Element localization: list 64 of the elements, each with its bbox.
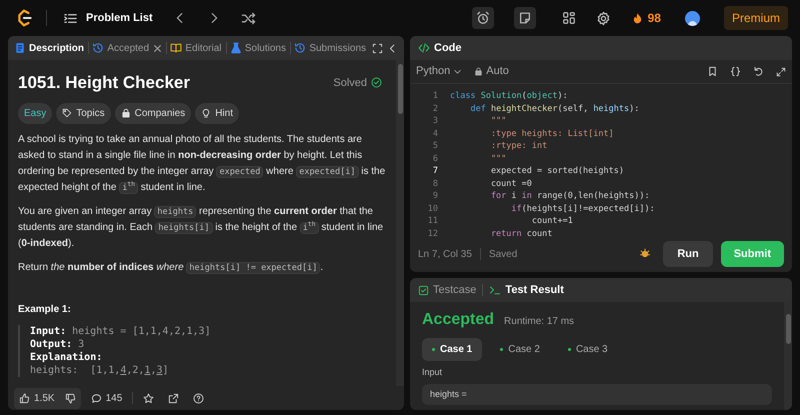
problem-title: 1051. Height Checker bbox=[18, 72, 190, 94]
code-line: count+=1 bbox=[530, 215, 573, 228]
tag-button[interactable]: Topics bbox=[56, 102, 111, 124]
line-number: 5 bbox=[432, 140, 439, 152]
difficulty-badge: Easy bbox=[18, 102, 52, 124]
tag-button[interactable]: Hint bbox=[195, 102, 239, 124]
description-paragraph: Return the number of indices where heights[i] != expected[i] . bbox=[18, 260, 324, 276]
solved-status: Solved bbox=[333, 76, 367, 90]
line-number: 12 bbox=[426, 228, 439, 236]
panel-tab[interactable]: Description bbox=[14, 40, 84, 56]
code-line: :type heights: List[int] bbox=[490, 128, 614, 140]
save-status: Saved bbox=[488, 248, 518, 262]
example-label: Explanation: bbox=[30, 350, 102, 364]
problem-list-button[interactable]: Problem List bbox=[59, 10, 157, 26]
case-tab[interactable]: Case 3 bbox=[558, 338, 618, 361]
case-tab[interactable]: Case 2 bbox=[490, 338, 550, 361]
example-value: heights: [1,1,4,2,1,3] bbox=[30, 364, 169, 376]
runtime-text: Runtime: 17 ms bbox=[504, 315, 574, 329]
line-number: 8 bbox=[432, 178, 439, 190]
code-line: count =0 bbox=[490, 178, 532, 190]
comments-button[interactable]: 145 bbox=[90, 390, 122, 406]
code-line: :rtype: int bbox=[490, 140, 548, 152]
code-line: def heightChecker(self, heights): bbox=[469, 102, 640, 115]
example-value: 3 bbox=[78, 338, 84, 350]
panel-tab[interactable]: Accepted bbox=[92, 40, 150, 56]
code-line: """ bbox=[490, 152, 506, 165]
premium-button[interactable]: Premium bbox=[724, 6, 788, 30]
code-line: for i in range(0,len(heights)): bbox=[490, 190, 650, 202]
example-title: Example 1: bbox=[18, 302, 72, 316]
example-label: Input: bbox=[30, 324, 66, 338]
example-label: Output: bbox=[30, 338, 72, 350]
description-paragraph: A school is trying to take an annual photo of all the students. The students are asked to stand in a single file line in non-decreasing order by height. Let this ordering be represented by the integer array expected where expected[i] is the expected height of the i$^{th}$ student in line. bbox=[18, 132, 386, 196]
panel-tab[interactable]: Testcase bbox=[418, 282, 476, 298]
code-line: if(heights[i]!=expected[i]): bbox=[510, 202, 655, 215]
run-button[interactable]: Run bbox=[663, 240, 713, 268]
description-paragraph: You are given an integer array heights representing the current order that the students are standing in. Each heights[i] is the height of the i$^{th}$ student in line (0-indexed). bbox=[18, 204, 384, 250]
line-number: 2 bbox=[432, 102, 439, 115]
line-number: 6 bbox=[432, 152, 439, 165]
code-line: class Solution(object): bbox=[450, 90, 568, 102]
line-number: 1 bbox=[432, 90, 439, 102]
tag-button[interactable]: Companies bbox=[114, 102, 192, 124]
panel-tab[interactable]: Editorial bbox=[170, 40, 222, 56]
line-number: 3 bbox=[432, 115, 439, 128]
panel-title: Code bbox=[434, 40, 462, 56]
code-line: expected = sorted(heights) bbox=[490, 165, 624, 178]
mode-label: Auto bbox=[486, 64, 509, 80]
line-number: 9 bbox=[432, 190, 439, 202]
cursor-position: Ln 7, Col 35 bbox=[418, 248, 472, 262]
streak-count: 98 bbox=[648, 10, 661, 27]
line-number: 7 bbox=[432, 165, 439, 178]
input-value-field: heights = bbox=[422, 384, 772, 405]
code-line: """ bbox=[490, 115, 506, 128]
verdict-text: Accepted bbox=[422, 310, 494, 330]
language-dropdown[interactable]: Python bbox=[416, 63, 462, 80]
example-value: heights = [1,1,4,2,1,3] bbox=[72, 324, 211, 338]
line-number: 10 bbox=[426, 202, 439, 215]
panel-tab[interactable]: Solutions bbox=[230, 40, 286, 56]
line-number: 11 bbox=[426, 215, 439, 228]
case-tab[interactable]: Case 1 bbox=[422, 338, 482, 361]
panel-tab[interactable]: Submissions bbox=[294, 40, 366, 56]
input-label: Input bbox=[422, 366, 444, 379]
code-line: return count bbox=[490, 228, 552, 236]
line-number: 4 bbox=[432, 128, 439, 140]
panel-tab[interactable]: Test Result bbox=[489, 282, 564, 298]
